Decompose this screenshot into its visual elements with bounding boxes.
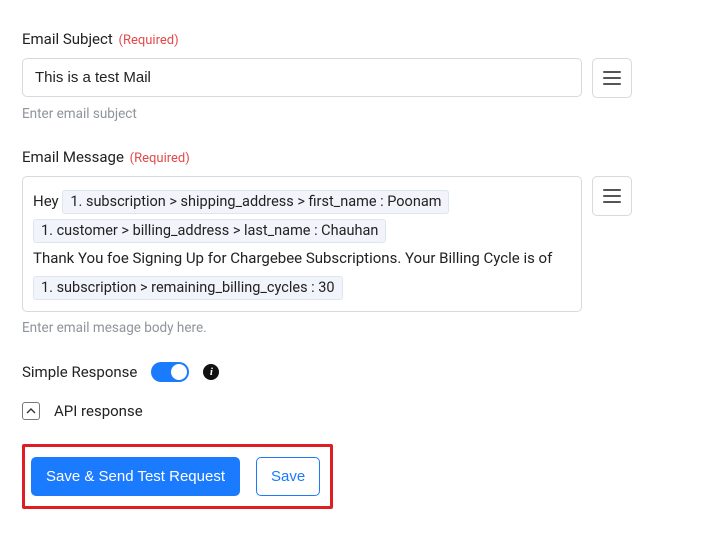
- email-message-editor[interactable]: Hey 1. subscription > shipping_address >…: [22, 176, 582, 312]
- email-message-group: Email Message (Required) Hey 1. subscrip…: [22, 148, 704, 336]
- chevron-up-icon: [26, 406, 36, 416]
- required-indicator: (Required): [119, 33, 179, 48]
- action-button-row: Save & Send Test Request Save: [22, 444, 333, 509]
- save-button[interactable]: Save: [256, 457, 320, 496]
- email-subject-input[interactable]: [22, 58, 582, 97]
- info-icon[interactable]: i: [203, 364, 219, 380]
- save-and-send-test-button[interactable]: Save & Send Test Request: [31, 457, 240, 496]
- email-message-label-row: Email Message (Required): [22, 148, 704, 166]
- simple-response-label: Simple Response: [22, 363, 137, 381]
- simple-response-row: Simple Response i: [22, 362, 704, 382]
- email-subject-helper: Enter email subject: [22, 106, 704, 122]
- simple-response-toggle[interactable]: [151, 362, 189, 382]
- message-text: Hey: [33, 192, 62, 210]
- token-lastname[interactable]: 1. customer > billing_address > last_nam…: [33, 219, 386, 243]
- email-subject-input-row: [22, 58, 704, 98]
- hamburger-icon: [603, 189, 621, 191]
- required-indicator: (Required): [130, 151, 190, 166]
- email-message-label: Email Message: [22, 148, 124, 166]
- message-options-button[interactable]: [592, 176, 632, 216]
- subject-options-button[interactable]: [592, 58, 632, 98]
- toggle-knob-icon: [171, 364, 187, 380]
- message-text: Thank You foe Signing Up for Chargebee S…: [33, 249, 552, 267]
- api-response-collapse-button[interactable]: [22, 402, 40, 420]
- token-firstname[interactable]: 1. subscription > shipping_address > fir…: [62, 190, 449, 214]
- email-message-input-row: Hey 1. subscription > shipping_address >…: [22, 176, 704, 312]
- email-subject-group: Email Subject (Required) Enter email sub…: [22, 30, 704, 122]
- email-message-helper: Enter email mesage body here.: [22, 320, 704, 336]
- email-subject-label: Email Subject: [22, 30, 113, 48]
- token-billing-cycles[interactable]: 1. subscription > remaining_billing_cycl…: [33, 276, 343, 300]
- api-response-label: API response: [54, 402, 143, 420]
- api-response-row: API response: [22, 402, 704, 420]
- email-subject-label-row: Email Subject (Required): [22, 30, 704, 48]
- hamburger-icon: [603, 71, 621, 73]
